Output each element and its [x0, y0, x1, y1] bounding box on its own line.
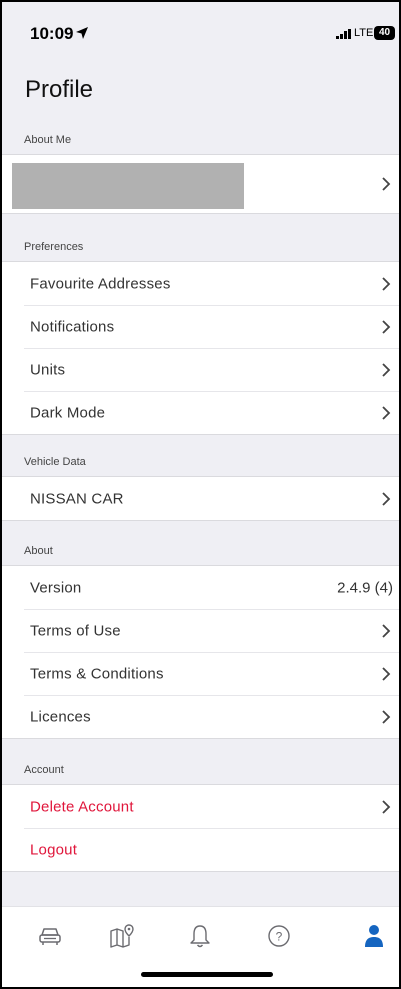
row-label: Version [30, 579, 82, 596]
section-header-account: Account [2, 741, 399, 784]
vehicle-group: NISSAN CAR [2, 476, 399, 521]
row-label: Terms of Use [30, 622, 121, 639]
row-logout[interactable]: Logout [2, 828, 399, 871]
location-arrow-icon [76, 27, 88, 39]
row-label: Notifications [30, 318, 115, 335]
bell-icon[interactable] [185, 921, 215, 951]
row-dark-mode[interactable]: Dark Mode [2, 391, 399, 434]
section-header-label: About Me [24, 134, 72, 146]
row-version: Version 2.4.9 (4) [2, 566, 399, 609]
row-vehicle[interactable]: NISSAN CAR [2, 477, 399, 520]
chevron-right-icon [382, 276, 391, 291]
chevron-right-icon [382, 709, 391, 724]
row-units[interactable]: Units [2, 348, 399, 391]
row-label: Units [30, 361, 66, 378]
section-header-label: About [24, 545, 53, 557]
section-header-preferences: Preferences [2, 218, 399, 261]
battery-indicator: 40 [374, 26, 395, 40]
redacted-profile-name [12, 163, 244, 209]
section-header-label: Account [24, 764, 64, 776]
preferences-group: Favourite Addresses Notifications Units … [2, 261, 399, 435]
row-licences[interactable]: Licences [2, 695, 399, 738]
chevron-right-icon [382, 319, 391, 334]
chevron-right-icon [382, 799, 391, 814]
chevron-right-icon [382, 666, 391, 681]
about-group: Version 2.4.9 (4) Terms of Use Terms & C… [2, 565, 399, 739]
version-value: 2.4.9 (4) [337, 579, 393, 596]
row-label: Favourite Addresses [30, 275, 171, 292]
svg-text:?: ? [276, 930, 283, 944]
row-terms-of-use[interactable]: Terms of Use [2, 609, 399, 652]
row-terms-and-conditions[interactable]: Terms & Conditions [2, 652, 399, 695]
profile-details-row[interactable] [2, 155, 399, 213]
home-indicator [141, 972, 273, 977]
about-me-group [2, 154, 399, 214]
logout-label: Logout [30, 841, 78, 858]
row-label: Dark Mode [30, 404, 106, 421]
status-bar: 10:09 LTE 40 [2, 2, 399, 68]
delete-account-label: Delete Account [30, 798, 134, 815]
signal-icon [336, 29, 351, 39]
chevron-right-icon [382, 623, 391, 638]
person-icon[interactable] [359, 921, 389, 951]
section-header-vehicle-data: Vehicle Data [2, 433, 399, 476]
row-favourite-addresses[interactable]: Favourite Addresses [2, 262, 399, 305]
section-header-label: Preferences [24, 241, 84, 253]
row-label: NISSAN CAR [30, 490, 124, 507]
chevron-right-icon [382, 491, 391, 506]
car-icon[interactable] [35, 921, 65, 951]
section-header-about-me: About Me [2, 111, 399, 154]
network-type: LTE [354, 27, 374, 39]
chevron-right-icon [382, 362, 391, 377]
row-delete-account[interactable]: Delete Account [2, 785, 399, 828]
status-time: 10:09 [30, 24, 74, 43]
chevron-right-icon [382, 405, 391, 420]
row-notifications[interactable]: Notifications [2, 305, 399, 348]
section-header-about: About [2, 522, 399, 565]
row-label: Licences [30, 708, 91, 725]
account-group: Delete Account Logout [2, 784, 399, 872]
chevron-right-icon [382, 177, 391, 191]
row-label: Terms & Conditions [30, 665, 164, 682]
map-icon[interactable] [107, 921, 137, 951]
screen: 10:09 LTE 40 Profile About Me Preference… [2, 2, 399, 987]
section-header-label: Vehicle Data [24, 456, 86, 468]
help-icon[interactable]: ? [264, 921, 294, 951]
page-title: Profile [25, 76, 94, 103]
